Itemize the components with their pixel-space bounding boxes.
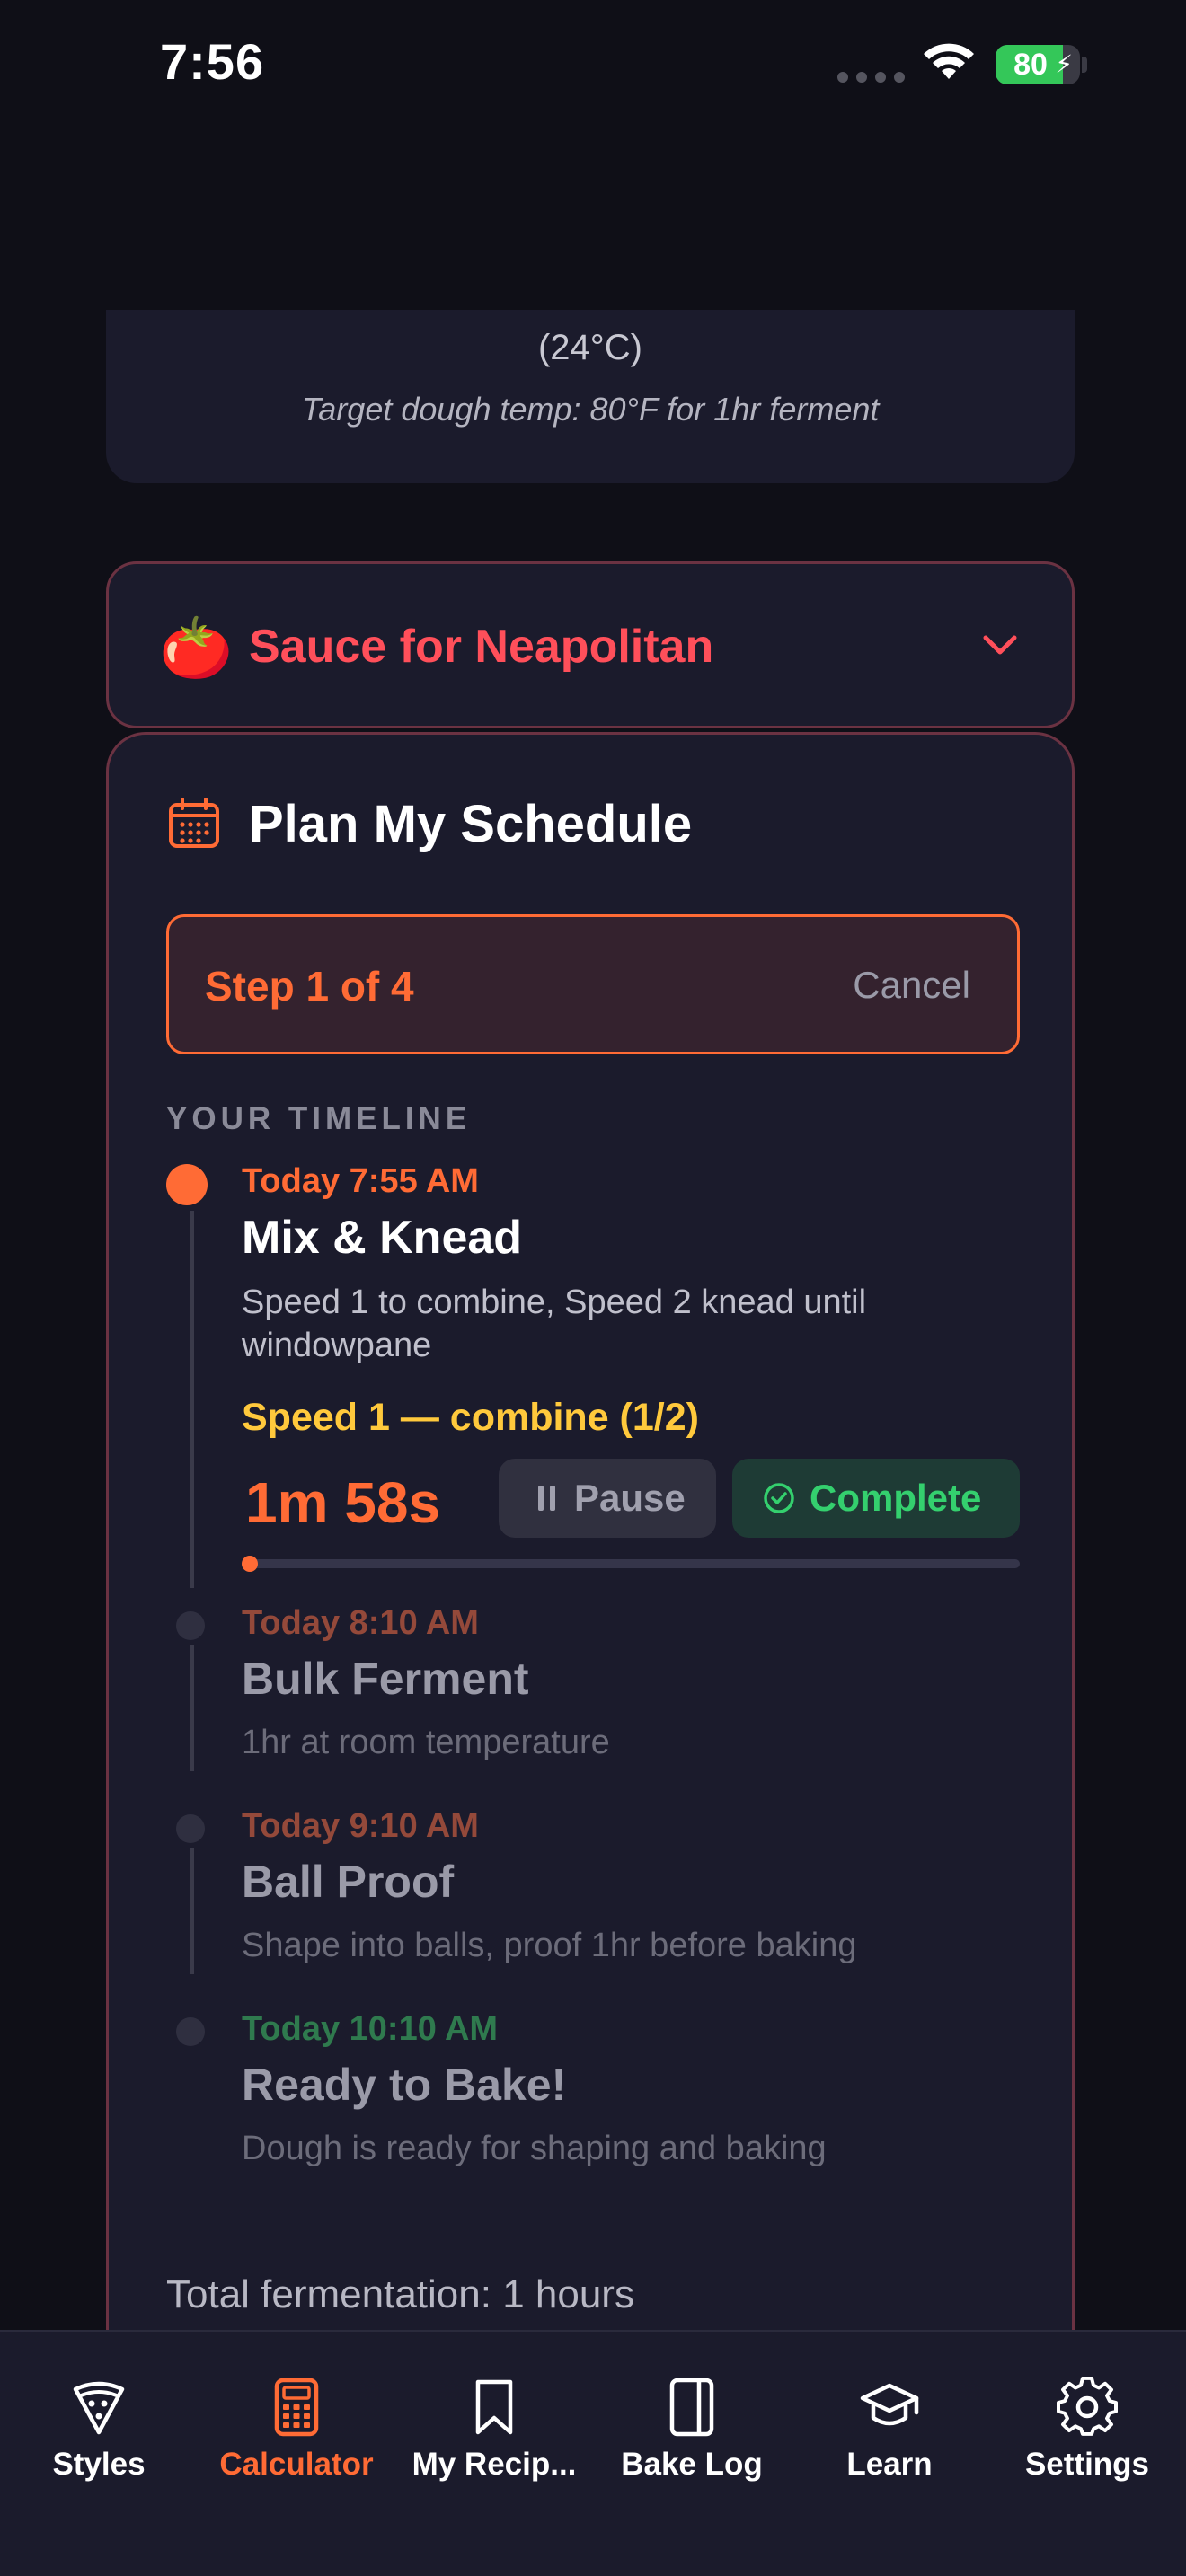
pizza-slice-icon (73, 2381, 125, 2435)
gear-icon (1057, 2377, 1118, 2436)
countdown-timer: 1m 58s (245, 1470, 441, 1535)
step-description: 1hr at room temperature (242, 1724, 610, 1761)
timeline-dot (176, 2017, 205, 2046)
tab-label: Learn (846, 2447, 933, 2482)
tab-label: Settings (1024, 2447, 1150, 2482)
target-dough-temp: Target dough temp: 80°F for 1hr ferment (301, 391, 880, 428)
step-progress-bar (242, 1556, 1020, 1572)
timeline-header: YOUR TIMELINE (166, 1101, 472, 1136)
battery-nub (1082, 57, 1087, 73)
step-label: Step 1 of 4 (205, 963, 414, 1010)
schedule-title: Plan My Schedule (249, 795, 693, 853)
status-time: 7:56 (160, 33, 265, 90)
step-indicator: Step 1 of 4 Cancel (166, 914, 1020, 1054)
temperature-celsius: (24°C) (537, 328, 642, 367)
tab-my-recipes[interactable]: My Recip... (395, 2332, 593, 2576)
timeline-connector (190, 1211, 194, 1588)
progress-knob (242, 1556, 258, 1572)
graduation-cap-icon (860, 2383, 919, 2426)
pause-button[interactable]: Pause (499, 1459, 716, 1538)
complete-button[interactable]: Complete (732, 1459, 1020, 1538)
bookmark-icon (475, 2379, 513, 2435)
pause-icon (538, 1486, 555, 1511)
timeline-connector (190, 1645, 194, 1771)
tomato-icon: 🍅 (159, 614, 234, 681)
total-fermentation: Total fermentation: 1 hours (166, 2272, 634, 2316)
tab-label: Styles (52, 2447, 146, 2482)
tab-styles[interactable]: Styles (0, 2332, 198, 2576)
temperature-value: 75°F (106, 310, 1075, 319)
tab-learn[interactable]: Learn (791, 2332, 988, 2576)
tab-bar: Styles Calculator My Recip... Bake Log L… (0, 2330, 1186, 2576)
step-title: Bulk Ferment (242, 1654, 529, 1704)
timeline-dot (176, 1611, 205, 1640)
step-time: Today 10:10 AM (242, 2010, 499, 2048)
calculator-icon (274, 2378, 319, 2437)
book-icon (669, 2378, 714, 2437)
timeline-step-ball-proof: Today 9:10 AM Ball Proof Shape into ball… (166, 1804, 1029, 1983)
complete-label: Complete (810, 1477, 982, 1519)
substep-label: Speed 1 — combine (1/2) (242, 1396, 699, 1439)
tab-settings[interactable]: Settings (988, 2332, 1186, 2576)
tab-bake-log[interactable]: Bake Log (593, 2332, 791, 2576)
step-time: Today 7:55 AM (242, 1162, 479, 1200)
status-bar: 7:56 80 ⚡ (0, 0, 1186, 135)
tab-label: Calculator (219, 2447, 374, 2482)
cellular-signal-icon (837, 72, 905, 83)
calculator-scroll-area[interactable]: 75°F (24°C) Target dough temp: 80°F for … (0, 310, 1186, 2331)
calendar-icon (169, 798, 219, 848)
tab-label: Bake Log (621, 2447, 763, 2482)
step-title: Ball Proof (242, 1857, 455, 1907)
step-description: Speed 1 to combine, Speed 2 knead until … (242, 1284, 867, 1364)
check-circle-icon (764, 1483, 794, 1513)
timeline-dot (176, 1814, 205, 1843)
cancel-button[interactable]: Cancel (853, 964, 970, 1007)
sauce-section-toggle[interactable]: 🍅 Sauce for Neapolitan (106, 561, 1075, 728)
tab-label: My Recip... (412, 2447, 577, 2482)
sauce-title: Sauce for Neapolitan (249, 621, 714, 673)
chevron-down-icon (983, 635, 1017, 655)
step-time: Today 9:10 AM (242, 1807, 479, 1845)
timeline-step-bulk-ferment: Today 8:10 AM Bulk Ferment 1hr at room t… (166, 1601, 1029, 1780)
timeline-step-mix-knead: Today 7:55 AM Mix & Knead Speed 1 to com… (166, 1159, 1029, 1590)
pause-label: Pause (574, 1477, 686, 1519)
temperature-card: 75°F (24°C) Target dough temp: 80°F for … (106, 310, 1075, 483)
timeline-connector (190, 1848, 194, 1974)
schedule-card: Plan My Schedule Step 1 of 4 Cancel YOUR… (106, 732, 1075, 2331)
wifi-icon (924, 43, 974, 79)
step-description: Shape into balls, proof 1hr before bakin… (242, 1927, 857, 1964)
step-time: Today 8:10 AM (242, 1604, 479, 1642)
step-title: Ready to Bake! (242, 2060, 567, 2110)
battery-icon: 80 ⚡ (996, 45, 1080, 84)
timeline-step-ready-to-bake: Today 10:10 AM Ready to Bake! Dough is r… (166, 2007, 1029, 2186)
step-progress-fill (242, 1556, 258, 1572)
charging-bolt-icon: ⚡ (1055, 50, 1073, 78)
step-title: Mix & Knead (242, 1212, 523, 1264)
timeline-dot-active (166, 1164, 208, 1205)
tab-calculator[interactable]: Calculator (198, 2332, 395, 2576)
step-description: Dough is ready for shaping and baking (242, 2130, 827, 2167)
